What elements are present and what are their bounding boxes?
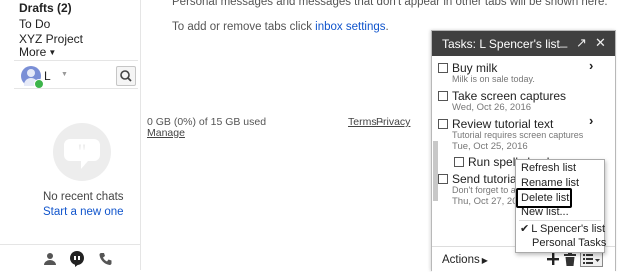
nav-xyz-project[interactable]: XYZ Project (19, 32, 83, 46)
nav-more[interactable]: More ▼ (19, 45, 56, 59)
task-checkbox[interactable] (438, 63, 448, 73)
scrollbar-thumb[interactable] (433, 141, 438, 201)
task-checkbox[interactable] (438, 91, 448, 101)
menu-refresh-list[interactable]: Refresh list (521, 162, 576, 174)
tasks-title: Tasks: L Spencer's list (442, 37, 560, 51)
tasks-header: Tasks: L Spencer's list _ ↗ ✕ (432, 31, 615, 56)
menu-list-l-spencer[interactable]: ✔ L Spencer's list (520, 222, 605, 235)
list-icon (583, 254, 600, 264)
avatar[interactable] (21, 66, 44, 89)
search-people-button[interactable] (116, 66, 136, 86)
nav-more-label: More (19, 45, 47, 59)
tasks-scrollbar[interactable] (432, 57, 438, 247)
tabs-hint-suffix: . (385, 21, 389, 33)
checkmark-icon: ✔ (520, 223, 530, 235)
hangouts-icon: " (53, 123, 111, 181)
task-note: Tutorial requires screen captures (452, 130, 584, 140)
start-new-chat-link[interactable]: Start a new one (43, 206, 124, 218)
contacts-icon[interactable] (43, 252, 57, 266)
task-details-arrow-icon[interactable]: › (589, 113, 593, 128)
status-dropdown-icon[interactable]: ▼ (61, 71, 68, 78)
task-title[interactable]: Buy milk (452, 61, 497, 75)
task-due-date: Tue, Oct 25, 2016 (452, 141, 528, 152)
task-title[interactable]: Take screen captures (452, 89, 566, 103)
no-chats-text: No recent chats (43, 191, 124, 203)
privacy-link[interactable]: Privacy (376, 116, 410, 128)
user-initial: L (44, 69, 51, 83)
task-note: Milk is on sale today. (452, 74, 535, 84)
actions-label: Actions (442, 254, 480, 266)
svg-text:": " (78, 139, 87, 164)
task-details-arrow-icon[interactable]: › (589, 58, 593, 73)
task-title[interactable]: Review tutorial text (452, 117, 553, 131)
tabs-hint-prefix: To add or remove tabs click (172, 21, 316, 33)
inbox-empty-message: Personal messages and messages that don'… (172, 0, 608, 8)
task-checkbox[interactable] (454, 157, 464, 167)
close-icon[interactable]: ✕ (595, 35, 606, 51)
task-due-date: Wed, Oct 26, 2016 (452, 102, 532, 113)
delete-task-icon[interactable] (564, 252, 576, 266)
pop-out-icon[interactable]: ↗ (576, 35, 587, 51)
search-icon (120, 70, 132, 82)
task-checkbox[interactable] (438, 174, 448, 184)
task-checkbox[interactable] (438, 119, 448, 129)
tabs-hint: To add or remove tabs click inbox settin… (172, 21, 389, 33)
inbox-settings-link[interactable]: inbox settings (315, 21, 385, 33)
phone-icon[interactable] (98, 252, 112, 266)
minimize-icon[interactable]: _ (560, 33, 567, 48)
manage-storage-link[interactable]: Manage (147, 127, 185, 139)
hangouts-tab-icon[interactable] (69, 251, 85, 267)
nav-drafts[interactable]: Drafts (2) (19, 1, 72, 15)
delete-list-highlight (516, 188, 572, 208)
menu-list-label: L Spencer's list (531, 223, 606, 235)
actions-menu-button[interactable]: Actions ▶ (442, 254, 488, 266)
add-task-icon[interactable] (547, 253, 559, 265)
terms-link[interactable]: Terms (348, 116, 377, 128)
chevron-down-icon: ▼ (48, 48, 57, 57)
nav-to-do[interactable]: To Do (19, 17, 50, 31)
arrow-right-icon: ▶ (481, 256, 488, 265)
menu-list-personal-tasks[interactable]: Personal Tasks (532, 237, 606, 249)
